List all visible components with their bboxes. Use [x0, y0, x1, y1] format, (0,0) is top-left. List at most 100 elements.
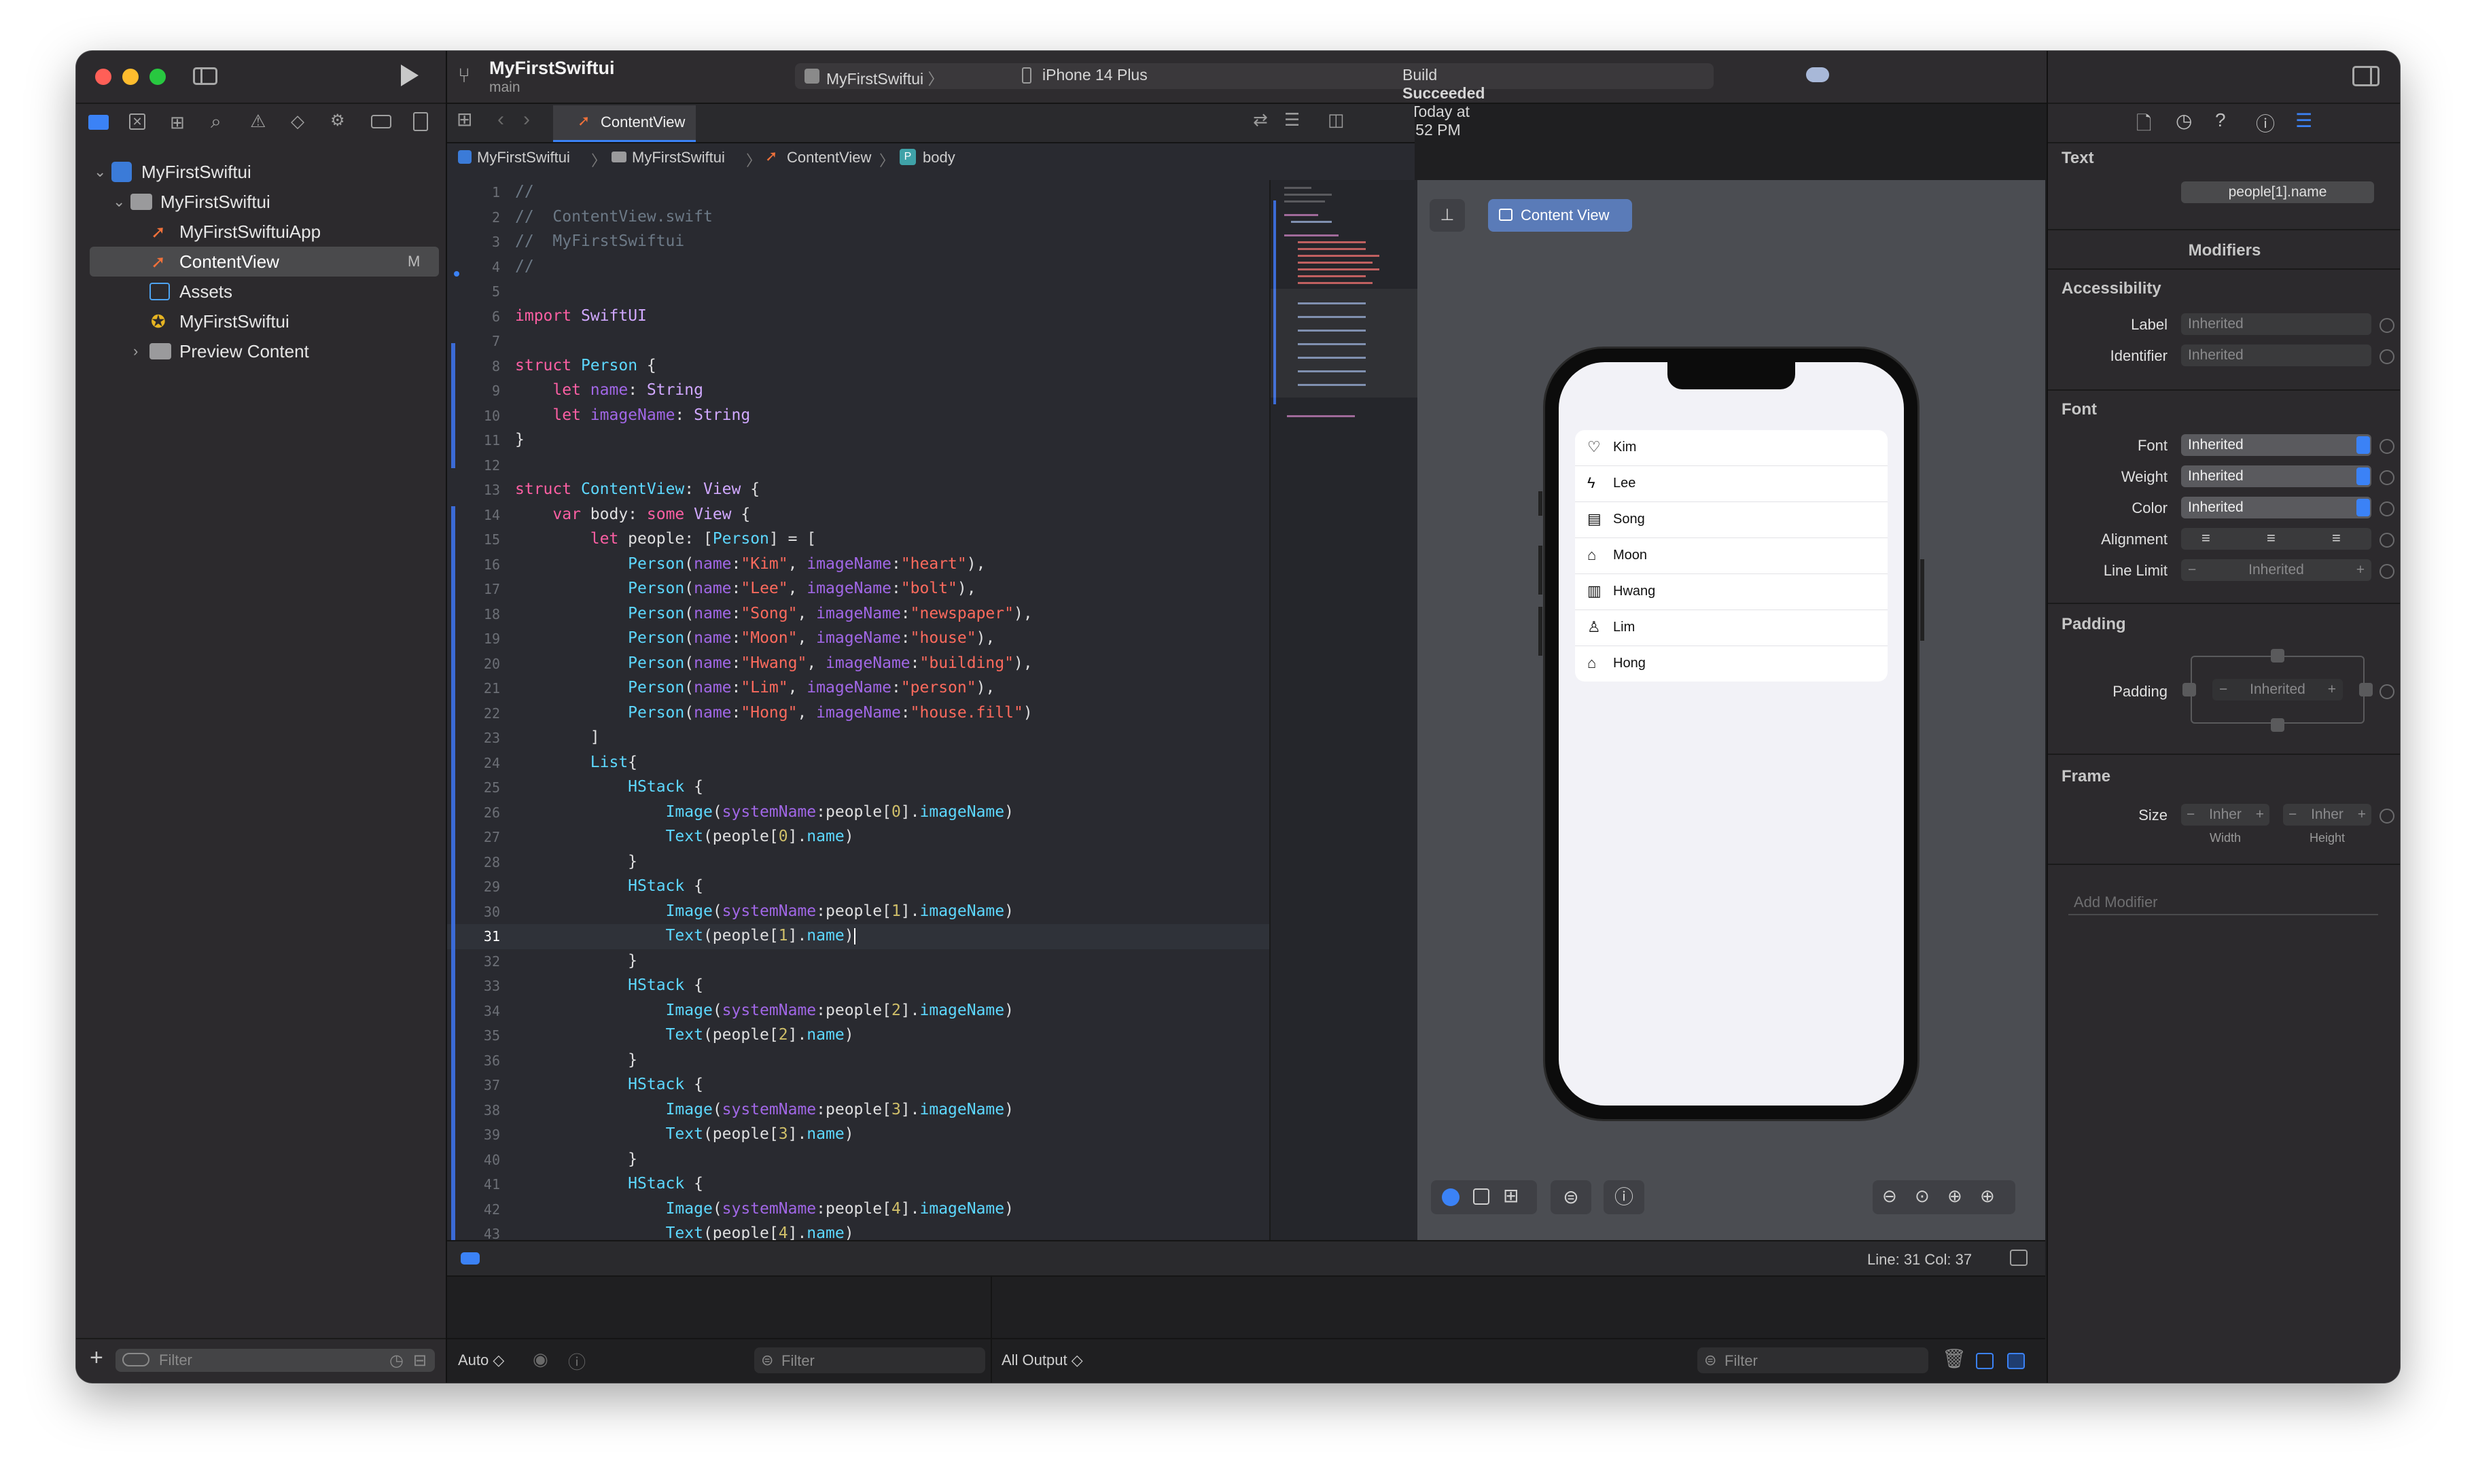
- debug-navigator-icon[interactable]: ⚙: [330, 111, 345, 130]
- reset-circle-icon[interactable]: [2380, 318, 2394, 333]
- reset-circle-icon[interactable]: [2380, 349, 2394, 364]
- plus-icon[interactable]: +: [2358, 804, 2366, 826]
- zoom-window-button[interactable]: [149, 69, 166, 85]
- zoom-in-icon[interactable]: ⊕: [1980, 1186, 1995, 1207]
- code-line[interactable]: struct Person {: [515, 357, 656, 374]
- find-navigator-icon[interactable]: ⌕: [211, 111, 222, 133]
- device-settings-button[interactable]: ⊜: [1551, 1180, 1591, 1214]
- code-line[interactable]: let people: [Person] = [: [515, 530, 816, 548]
- alignment-segmented[interactable]: ≡ ≡ ≡: [2181, 528, 2371, 550]
- variables-filter-field[interactable]: ⊜ Filter: [754, 1347, 985, 1373]
- code-line[interactable]: import SwiftUI: [515, 307, 647, 325]
- swap-icon[interactable]: ⇄: [1253, 109, 1268, 130]
- code-line[interactable]: Text(people[0].name): [515, 828, 854, 845]
- source-editor[interactable]: 1 // 2 // ContentView.swift 3 // MyFirstSwift…: [447, 180, 1269, 1240]
- plus-icon[interactable]: +: [2356, 559, 2365, 581]
- padding-stepper[interactable]: − Inherited +: [2212, 679, 2343, 701]
- selectable-preview-icon[interactable]: [1473, 1188, 1489, 1205]
- toggle-debug-area-icon[interactable]: [2010, 1250, 2028, 1266]
- preview-selector-button[interactable]: Content View: [1488, 199, 1632, 232]
- tree-item-project[interactable]: ⌄ MyFirstSwiftui: [76, 157, 446, 187]
- minus-icon[interactable]: −: [2187, 804, 2195, 826]
- attributes-inspector-icon[interactable]: ☰: [2295, 109, 2312, 132]
- tree-item-assets[interactable]: Assets: [76, 277, 446, 306]
- pin-button[interactable]: ⊥: [1430, 199, 1465, 232]
- minus-icon[interactable]: −: [2219, 679, 2227, 701]
- code-line[interactable]: Person(name:"Song", imageName:"newspaper…: [515, 605, 1033, 622]
- code-line[interactable]: Person(name:"Lim", imageName:"person"),: [515, 679, 995, 696]
- font-popup[interactable]: Inherited: [2181, 434, 2371, 456]
- device-selector[interactable]: iPhone 14 Plus: [1042, 66, 1148, 84]
- code-line[interactable]: Image(systemName:people[1].imageName): [515, 902, 1014, 920]
- navigator-filter-field[interactable]: Filter ◷ ⊟: [116, 1349, 435, 1372]
- align-right-icon[interactable]: ≡: [2332, 529, 2341, 547]
- symbol-navigator-icon[interactable]: ⊞: [170, 112, 185, 133]
- minus-icon[interactable]: −: [2188, 559, 2196, 581]
- folder-navigator-icon[interactable]: [88, 115, 109, 130]
- plus-icon[interactable]: +: [2328, 679, 2336, 701]
- code-line[interactable]: Person(name:"Moon", imageName:"house"),: [515, 629, 995, 647]
- code-line[interactable]: Person(name:"Hwang", imageName:"building…: [515, 654, 1033, 672]
- code-line[interactable]: HStack {: [515, 976, 703, 994]
- code-line[interactable]: struct ContentView: View {: [515, 480, 760, 498]
- add-file-button[interactable]: +: [90, 1346, 103, 1369]
- align-left-icon[interactable]: ≡: [2201, 529, 2210, 547]
- source-control-navigator-icon[interactable]: ✕: [129, 113, 145, 130]
- recent-files-icon[interactable]: ◷: [389, 1351, 404, 1371]
- quick-help-icon[interactable]: ?: [2215, 109, 2226, 131]
- width-stepper[interactable]: − Inher +: [2181, 804, 2269, 826]
- live-preview-icon[interactable]: [1442, 1188, 1460, 1206]
- test-navigator-icon[interactable]: ◇: [291, 111, 304, 132]
- console-toggle-icon[interactable]: [2007, 1353, 2025, 1369]
- file-inspector-icon[interactable]: 🗋: [2136, 109, 2152, 142]
- reset-circle-icon[interactable]: [2380, 684, 2394, 699]
- code-line[interactable]: }: [515, 431, 525, 448]
- code-line[interactable]: Image(systemName:people[4].imageName): [515, 1200, 1014, 1218]
- tab-contentview[interactable]: ➚ ContentView: [553, 105, 696, 142]
- reset-circle-icon[interactable]: [2380, 809, 2394, 824]
- code-line[interactable]: Image(systemName:people[2].imageName): [515, 1002, 1014, 1019]
- reset-circle-icon[interactable]: [2380, 470, 2394, 485]
- reset-circle-icon[interactable]: [2380, 533, 2394, 548]
- minimap[interactable]: [1269, 180, 1417, 1240]
- height-stepper[interactable]: − Inher +: [2283, 804, 2371, 826]
- zoom-out-icon[interactable]: ⊖: [1882, 1186, 1897, 1207]
- code-line[interactable]: Person(name:"Kim", imageName:"heart"),: [515, 555, 985, 573]
- code-line[interactable]: Image(systemName:people[0].imageName): [515, 803, 1014, 821]
- scheme-selector[interactable]: MyFirstSwiftui 〉: [826, 66, 944, 89]
- run-button[interactable]: [401, 65, 419, 86]
- code-line[interactable]: Text(people[3].name): [515, 1125, 854, 1143]
- variables-scope-selector[interactable]: Auto ◇: [458, 1352, 504, 1369]
- code-line[interactable]: }: [515, 1150, 637, 1168]
- back-arrow-icon[interactable]: ‹: [497, 108, 504, 131]
- text-value-field[interactable]: people[1].name: [2181, 181, 2374, 203]
- code-line[interactable]: let name: String: [515, 381, 703, 399]
- accessibility-identifier-field[interactable]: Inherited: [2181, 344, 2371, 366]
- tree-item-preview-content[interactable]: › Preview Content: [76, 336, 446, 366]
- reset-circle-icon[interactable]: [2380, 564, 2394, 579]
- breadcrumb-file[interactable]: ContentView: [787, 149, 871, 166]
- code-line[interactable]: Text(people[2].name): [515, 1026, 854, 1044]
- code-line[interactable]: HStack {: [515, 1076, 703, 1093]
- code-line[interactable]: }: [515, 952, 637, 970]
- scm-filter-icon[interactable]: ⊟: [413, 1351, 427, 1371]
- forward-arrow-icon[interactable]: ›: [523, 108, 530, 131]
- code-line[interactable]: // ContentView.swift: [515, 208, 713, 226]
- code-line[interactable]: var body: some View {: [515, 506, 750, 523]
- padding-left-checkbox[interactable]: [2182, 683, 2196, 696]
- code-line[interactable]: // MyFirstSwiftui: [515, 232, 684, 250]
- output-selector[interactable]: All Output ◇: [1002, 1352, 1083, 1369]
- grid-icon[interactable]: ⊞: [457, 108, 472, 130]
- code-line[interactable]: HStack {: [515, 1175, 703, 1192]
- info-button[interactable]: ⓘ: [1604, 1180, 1644, 1214]
- reset-circle-icon[interactable]: [2380, 501, 2394, 516]
- debug-area-indicator[interactable]: [461, 1252, 480, 1265]
- color-popup[interactable]: Inherited: [2181, 497, 2371, 518]
- split-editor-icon[interactable]: ◫: [1328, 109, 1345, 130]
- reset-circle-icon[interactable]: [2380, 439, 2394, 454]
- minus-icon[interactable]: −: [2288, 804, 2297, 826]
- breakpoint-navigator-icon[interactable]: [371, 115, 391, 128]
- variables-toggle-icon[interactable]: [1976, 1353, 1994, 1369]
- issue-navigator-icon[interactable]: ⚠: [250, 111, 266, 132]
- line-limit-stepper[interactable]: − Inherited +: [2181, 559, 2371, 581]
